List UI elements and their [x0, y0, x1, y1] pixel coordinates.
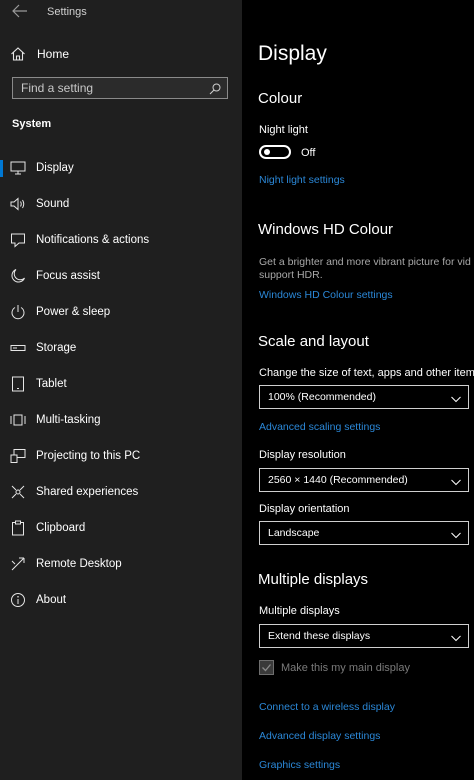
speaker-icon: [10, 196, 26, 212]
advanced-display-settings-link[interactable]: Advanced display settings: [259, 730, 380, 742]
colour-heading: Colour: [258, 90, 303, 107]
chevron-down-icon: [450, 631, 462, 643]
orientation-dropdown[interactable]: Landscape: [259, 521, 469, 545]
hd-colour-settings-link[interactable]: Windows HD Colour settings: [259, 289, 393, 301]
projecting-icon: [10, 448, 26, 464]
sidebar-item-label: Sound: [36, 198, 70, 210]
notification-icon: [10, 232, 26, 248]
orientation-label: Display orientation: [259, 503, 350, 515]
scale-label: Change the size of text, apps and other …: [259, 367, 474, 379]
info-icon: [10, 592, 26, 608]
moon-icon: [10, 268, 26, 284]
sidebar-item-label: Notifications & actions: [36, 234, 150, 246]
sidebar: Settings Home System Display Sound Notif…: [0, 0, 242, 780]
monitor-icon: [10, 160, 26, 176]
sidebar-item-power-sleep[interactable]: Power & sleep: [0, 294, 242, 330]
tablet-icon: [10, 376, 26, 392]
main-display-label: Make this my main display: [281, 662, 410, 674]
remote-desktop-icon: [10, 556, 26, 572]
multiple-displays-value: Extend these displays: [268, 630, 371, 642]
search-box: [12, 77, 228, 99]
nav-list: Display Sound Notifications & actions Fo…: [0, 150, 242, 618]
orientation-value: Landscape: [268, 527, 320, 539]
hd-colour-description-line1: Get a brighter and more vibrant picture …: [259, 256, 471, 268]
sidebar-item-storage[interactable]: Storage: [0, 330, 242, 366]
sidebar-item-notifications[interactable]: Notifications & actions: [0, 222, 242, 258]
back-arrow-icon[interactable]: [12, 4, 28, 18]
sidebar-item-shared-experiences[interactable]: Shared experiences: [0, 474, 242, 510]
toggle-knob: [264, 149, 270, 155]
sidebar-item-label: Clipboard: [36, 522, 86, 534]
sidebar-item-label: Power & sleep: [36, 306, 111, 318]
search-icon[interactable]: [209, 82, 221, 95]
shared-experiences-icon: [10, 484, 26, 500]
sidebar-item-label: Tablet: [36, 378, 67, 390]
title-bar: Settings: [0, 0, 242, 24]
storage-icon: [10, 340, 26, 356]
sidebar-item-projecting[interactable]: Projecting to this PC: [0, 438, 242, 474]
night-light-toggle[interactable]: [259, 145, 291, 159]
app-title: Settings: [47, 6, 87, 18]
scale-layout-heading: Scale and layout: [258, 333, 369, 350]
chevron-down-icon: [450, 392, 462, 404]
multiple-displays-heading: Multiple displays: [258, 571, 369, 588]
multiple-displays-dropdown[interactable]: Extend these displays: [259, 624, 469, 648]
sidebar-item-remote-desktop[interactable]: Remote Desktop: [0, 546, 242, 582]
sidebar-item-label: Display: [36, 162, 74, 174]
multiple-displays-label: Multiple displays: [259, 605, 340, 617]
power-icon: [10, 304, 26, 320]
sidebar-item-clipboard[interactable]: Clipboard: [0, 510, 242, 546]
page-title: Display: [258, 42, 327, 65]
sidebar-item-multitasking[interactable]: Multi-tasking: [0, 402, 242, 438]
home-nav-item[interactable]: Home: [0, 40, 242, 68]
sidebar-item-sound[interactable]: Sound: [0, 186, 242, 222]
sidebar-item-focus-assist[interactable]: Focus assist: [0, 258, 242, 294]
multitasking-icon: [10, 412, 26, 428]
home-label: Home: [37, 47, 70, 61]
sidebar-item-label: Focus assist: [36, 270, 100, 282]
chevron-down-icon: [450, 475, 462, 487]
wireless-display-link[interactable]: Connect to a wireless display: [259, 701, 395, 713]
search-input[interactable]: [13, 78, 203, 98]
sidebar-item-tablet[interactable]: Tablet: [0, 366, 242, 402]
sidebar-item-label: Shared experiences: [36, 486, 139, 498]
graphics-settings-link[interactable]: Graphics settings: [259, 759, 340, 771]
sidebar-item-label: Remote Desktop: [36, 558, 122, 570]
advanced-scaling-link[interactable]: Advanced scaling settings: [259, 421, 380, 433]
checkmark-icon: [262, 664, 271, 672]
resolution-value: 2560 × 1440 (Recommended): [268, 474, 408, 486]
clipboard-icon: [10, 520, 26, 536]
sidebar-item-about[interactable]: About: [0, 582, 242, 618]
night-light-state: Off: [301, 147, 316, 159]
hd-colour-heading: Windows HD Colour: [258, 221, 394, 238]
sidebar-item-display[interactable]: Display: [0, 150, 242, 186]
scale-value: 100% (Recommended): [268, 391, 376, 403]
hd-colour-description-line2: support HDR.: [259, 269, 323, 281]
sidebar-item-label: Multi-tasking: [36, 414, 101, 426]
sidebar-item-label: About: [36, 594, 67, 606]
resolution-dropdown[interactable]: 2560 × 1440 (Recommended): [259, 468, 469, 492]
chevron-down-icon: [450, 528, 462, 540]
resolution-label: Display resolution: [259, 449, 346, 461]
home-icon: [10, 46, 26, 62]
section-label: System: [12, 118, 52, 130]
sidebar-item-label: Projecting to this PC: [36, 450, 141, 462]
night-light-label: Night light: [259, 124, 308, 136]
main-display-checkbox[interactable]: [259, 660, 274, 675]
sidebar-item-label: Storage: [36, 342, 77, 354]
night-light-settings-link[interactable]: Night light settings: [259, 174, 345, 186]
scale-dropdown[interactable]: 100% (Recommended): [259, 385, 469, 409]
